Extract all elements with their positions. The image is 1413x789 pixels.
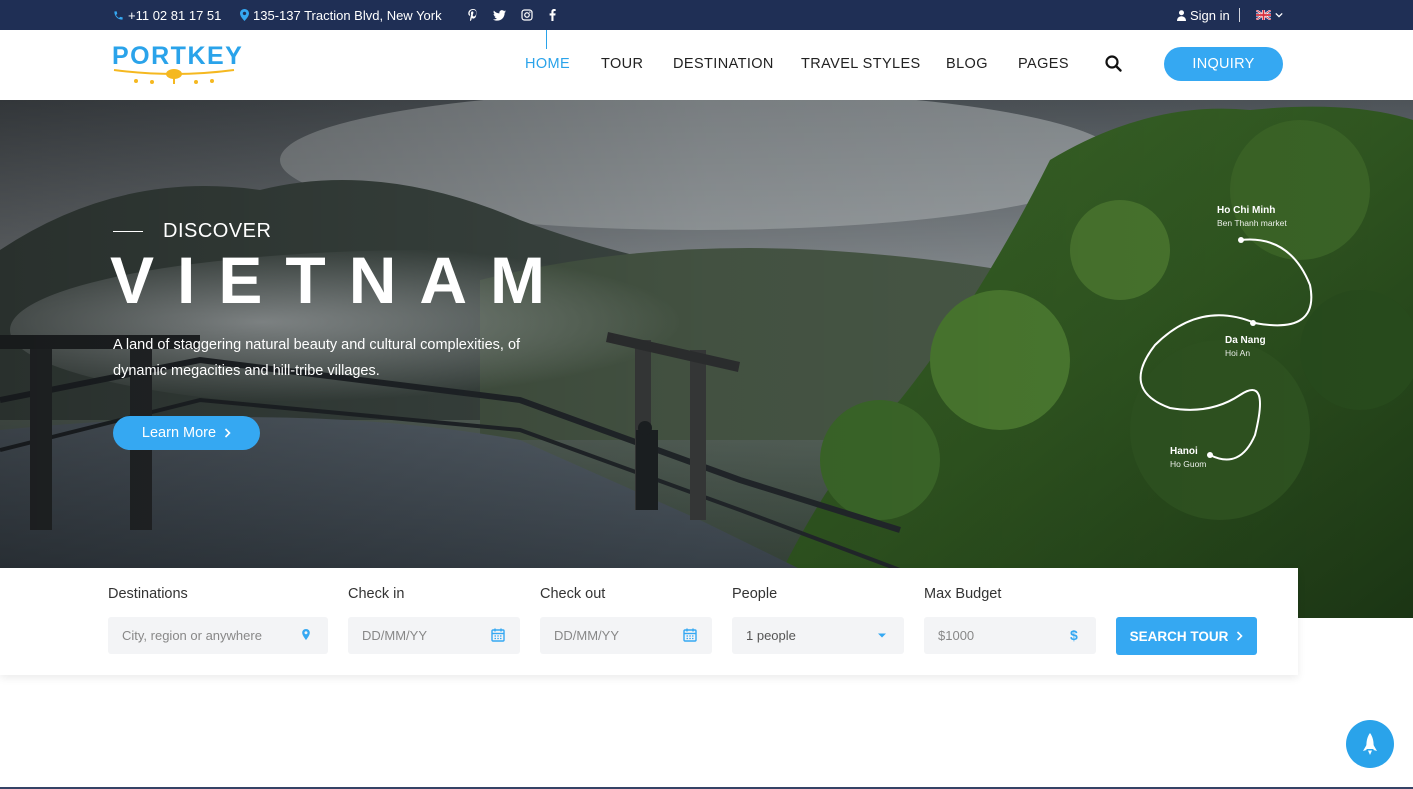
hero-banner: DISCOVER VIETNAM A land of staggering na…: [0, 100, 1413, 618]
hero-description: A land of staggering natural beauty and …: [113, 337, 521, 379]
checkin-input[interactable]: DD/MM/YY: [348, 617, 520, 654]
people-select[interactable]: 1 people: [732, 617, 904, 654]
max-budget-placeholder: $1000: [938, 628, 975, 643]
calendar-icon: [683, 628, 697, 642]
checkin-placeholder: DD/MM/YY: [362, 628, 427, 643]
nav-tour[interactable]: TOUR: [601, 56, 643, 72]
twitter-icon: [493, 9, 506, 21]
uk-flag-icon: [1256, 10, 1271, 20]
pinterest-link[interactable]: [468, 0, 478, 30]
nav-pages[interactable]: PAGES: [1018, 56, 1069, 72]
route-sub: Ben Thanh market: [1217, 218, 1287, 228]
route-city: Ho Chi Minh: [1217, 205, 1276, 216]
nav-active-indicator: [546, 30, 547, 49]
phone-icon: [113, 10, 124, 21]
calendar-icon: [491, 628, 505, 642]
route-stop-danang: Da Nang Hoi An: [1225, 335, 1266, 358]
inquiry-button[interactable]: INQUIRY: [1164, 47, 1283, 81]
people-value: 1 people: [746, 628, 796, 643]
user-icon: [1177, 9, 1186, 21]
address-text: 135-137 Traction Blvd, New York: [253, 7, 442, 23]
route-stop-hcm: Ho Chi Minh Ben Thanh market: [1217, 205, 1287, 228]
kicker-line: [113, 231, 143, 232]
route-map: Ho Chi Minh Ben Thanh market Da Nang Hoi…: [1100, 195, 1330, 495]
phone-text: +11 02 81 17 51: [128, 7, 222, 23]
map-marker-icon: [240, 9, 249, 21]
checkout-placeholder: DD/MM/YY: [554, 628, 619, 643]
svg-text:$: $: [1070, 627, 1078, 643]
address-contact: 135-137 Traction Blvd, New York: [240, 0, 442, 30]
dollar-icon: $: [1070, 627, 1078, 643]
signin-link[interactable]: Sign in: [1177, 0, 1230, 30]
facebook-icon: [549, 9, 556, 21]
chevron-right-icon: [1237, 631, 1244, 641]
instagram-link[interactable]: [521, 0, 533, 30]
page: +11 02 81 17 51 135-137 Traction Blvd, N…: [0, 0, 1413, 789]
tour-search-form: Destinations City, region or anywhere Ch…: [0, 568, 1298, 675]
chevron-down-icon: [1275, 12, 1283, 18]
route-city: Hanoi: [1170, 446, 1198, 457]
checkout-input[interactable]: DD/MM/YY: [540, 617, 712, 654]
back-to-top-button[interactable]: [1346, 720, 1394, 768]
nav-home[interactable]: HOME: [525, 56, 570, 72]
instagram-icon: [521, 9, 533, 21]
main-header: PORTKEY HOME TOUR DESTINATION TRAVEL STY…: [0, 30, 1413, 100]
topbar-divider: [1239, 8, 1240, 22]
nav-destination[interactable]: DESTINATION: [673, 56, 774, 72]
language-selector[interactable]: [1256, 0, 1283, 30]
hero-title: VIETNAM: [110, 243, 568, 317]
twitter-link[interactable]: [493, 0, 506, 30]
learn-more-label: Learn More: [141, 425, 217, 441]
hero-kicker: DISCOVER: [163, 220, 272, 242]
destinations-input[interactable]: City, region or anywhere: [108, 617, 328, 654]
search-tour-label: SEARCH TOUR: [1129, 628, 1229, 644]
learn-more-button[interactable]: Learn More: [113, 416, 260, 450]
caret-down-icon: [878, 633, 886, 638]
checkout-label: Check out: [540, 586, 606, 602]
search-tour-button[interactable]: SEARCH TOUR: [1116, 617, 1257, 655]
destinations-label: Destinations: [108, 586, 188, 602]
checkin-label: Check in: [348, 586, 405, 602]
route-sub: Ho Guom: [1170, 459, 1207, 469]
rocket-icon: [1363, 733, 1377, 755]
max-budget-label: Max Budget: [924, 586, 1002, 602]
max-budget-input[interactable]: $1000 $: [924, 617, 1096, 654]
route-path-icon: [1139, 237, 1313, 461]
destinations-placeholder: City, region or anywhere: [122, 628, 262, 643]
logo[interactable]: PORTKEY: [112, 42, 242, 88]
top-bar: +11 02 81 17 51 135-137 Traction Blvd, N…: [0, 0, 1413, 30]
people-label: People: [732, 586, 778, 602]
route-stop-hanoi: Hanoi Ho Guom: [1170, 446, 1206, 469]
signin-text: Sign in: [1190, 7, 1230, 23]
search-icon: [1105, 55, 1122, 72]
nav-blog[interactable]: BLOG: [946, 56, 988, 72]
pinterest-icon: [468, 9, 478, 21]
map-pin-icon: [302, 629, 310, 640]
chevron-right-icon: [225, 428, 231, 438]
facebook-link[interactable]: [549, 0, 556, 30]
search-button[interactable]: [1104, 54, 1124, 74]
route-city: Da Nang: [1225, 335, 1266, 346]
route-sub: Hoi An: [1225, 348, 1251, 358]
nav-travel-styles[interactable]: TRAVEL STYLES: [801, 56, 921, 72]
phone-contact[interactable]: +11 02 81 17 51: [113, 0, 221, 30]
airplane-icon: [113, 69, 235, 84]
